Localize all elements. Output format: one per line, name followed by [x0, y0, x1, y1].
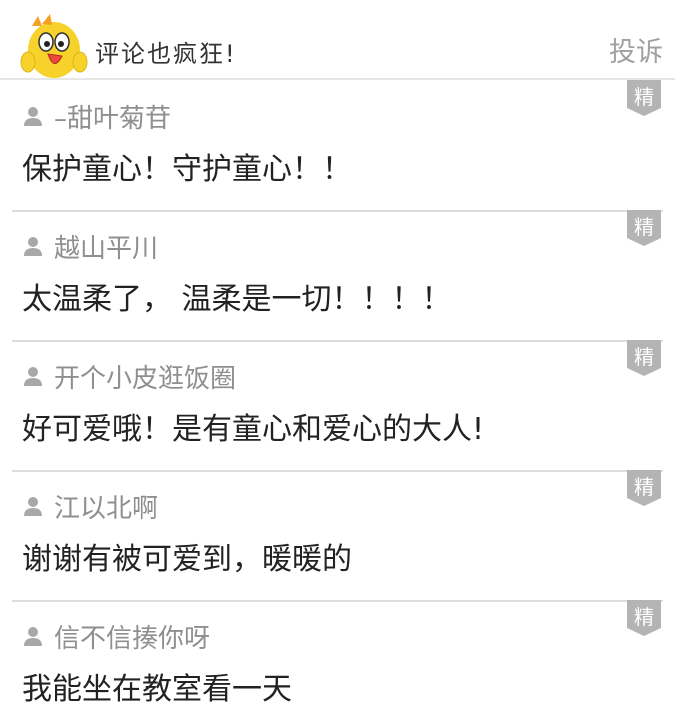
comment-item[interactable]: 信不信揍你呀 我能坐在教室看一天 精	[12, 600, 663, 723]
featured-badge-label: 精	[634, 85, 654, 109]
comment-username[interactable]: 信不信揍你呀	[54, 618, 210, 655]
featured-badge-label: 精	[634, 475, 654, 499]
user-icon	[24, 107, 42, 126]
comment-user-row: 江以北啊	[22, 488, 158, 525]
comment-username[interactable]: 越山平川	[54, 228, 158, 265]
featured-badge-label: 精	[634, 215, 654, 239]
comment-item[interactable]: 越山平川 太温柔了， 温柔是一切！！！！ 精	[12, 210, 663, 342]
comment-username[interactable]: 开个小皮逛饭圈	[54, 358, 236, 395]
user-icon	[24, 237, 42, 256]
comment-item[interactable]: –甜叶菊苷 保护童心！守护童心！！ 精	[12, 80, 663, 212]
comment-username[interactable]: –甜叶菊苷	[54, 98, 171, 135]
comment-user-row: –甜叶菊苷	[22, 98, 171, 135]
comment-item[interactable]: 开个小皮逛饭圈 好可爱哦！是有童心和爱心的大人! 精	[12, 340, 663, 472]
comment-item[interactable]: 江以北啊 谢谢有被可爱到，暖暖的 精	[12, 470, 663, 602]
user-icon	[24, 497, 42, 516]
report-button[interactable]: 投诉	[609, 30, 663, 69]
user-icon	[24, 367, 42, 386]
chick-mascot-icon	[20, 14, 88, 78]
header-title: 评论也疯狂!	[95, 40, 237, 68]
comment-text: 我能坐在教室看一天	[22, 672, 292, 707]
user-icon	[24, 627, 42, 646]
comment-user-row: 开个小皮逛饭圈	[22, 358, 236, 395]
comment-user-row: 越山平川	[22, 228, 158, 265]
featured-badge-label: 精	[634, 345, 654, 369]
comment-text: 保护童心！守护童心！！	[22, 152, 352, 187]
comment-text: 好可爱哦！是有童心和爱心的大人!	[22, 412, 485, 447]
comment-text: 谢谢有被可爱到，暖暖的	[22, 542, 352, 577]
comments-page: 评论也疯狂! 投诉 –甜叶菊苷 保护童心！守护童心！！ 精 越山平川 太温柔了，…	[0, 0, 675, 723]
comment-user-row: 信不信揍你呀	[22, 618, 210, 655]
comment-username[interactable]: 江以北啊	[54, 488, 158, 525]
comment-text: 太温柔了， 温柔是一切！！！！	[22, 282, 452, 317]
comments-header: 评论也疯狂! 投诉	[0, 0, 675, 80]
featured-badge-label: 精	[634, 605, 654, 629]
